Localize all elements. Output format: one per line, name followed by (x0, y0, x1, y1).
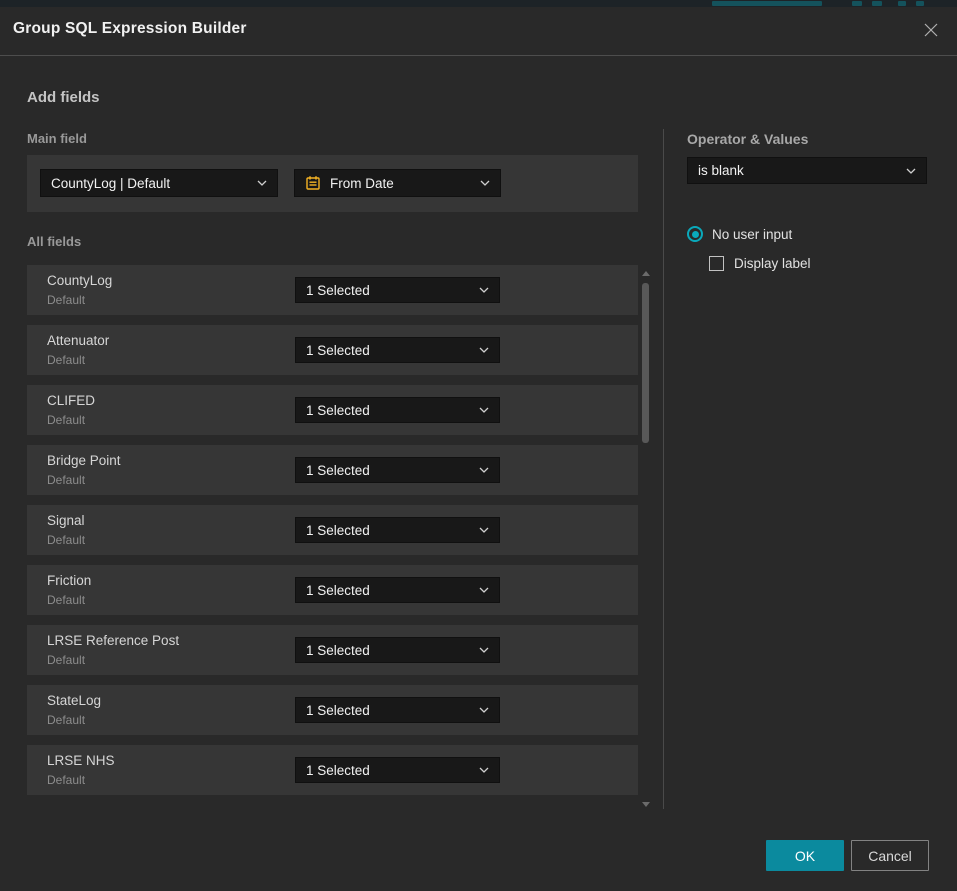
field-row: Friction Default 1 Selected (27, 565, 638, 615)
field-row: CountyLog Default 1 Selected (27, 265, 638, 315)
field-selected-value: 1 Selected (306, 703, 479, 718)
field-row: Bridge Point Default 1 Selected (27, 445, 638, 495)
display-label-label: Display label (734, 256, 811, 271)
display-label-checkbox[interactable]: Display label (709, 256, 811, 271)
cancel-button[interactable]: Cancel (851, 840, 929, 871)
close-icon[interactable] (919, 18, 943, 42)
field-name: StateLog (47, 693, 101, 708)
field-subtitle: Default (47, 653, 85, 667)
operator-values-heading: Operator & Values (687, 131, 808, 147)
scrollbar[interactable] (640, 269, 651, 809)
field-selected-value: 1 Selected (306, 283, 479, 298)
background-app-fragment (872, 1, 882, 6)
field-name: Signal (47, 513, 85, 528)
field-row: LRSE Reference Post Default 1 Selected (27, 625, 638, 675)
field-selected-value: 1 Selected (306, 403, 479, 418)
ok-button[interactable]: OK (766, 840, 844, 871)
field-row: Attenuator Default 1 Selected (27, 325, 638, 375)
field-selected-dropdown[interactable]: 1 Selected (295, 397, 500, 423)
chevron-down-icon (479, 347, 489, 353)
add-fields-heading: Add fields (27, 89, 100, 106)
field-row: LRSE NHS Default 1 Selected (27, 745, 638, 795)
field-selected-dropdown[interactable]: 1 Selected (295, 277, 500, 303)
radio-selected-icon (687, 226, 703, 242)
main-field-field-dropdown[interactable]: From Date (294, 169, 501, 197)
field-name: LRSE NHS (47, 753, 115, 768)
main-field-panel: CountyLog | Default From Date (27, 155, 638, 212)
chevron-down-icon (479, 527, 489, 533)
field-selected-value: 1 Selected (306, 643, 479, 658)
scrollbar-up-arrow-icon[interactable] (642, 271, 650, 276)
dialog-titlebar: Group SQL Expression Builder (0, 7, 957, 55)
main-field-field-value: From Date (330, 176, 480, 191)
field-selected-dropdown[interactable]: 1 Selected (295, 757, 500, 783)
field-name: CountyLog (47, 273, 112, 288)
titlebar-separator (0, 55, 957, 56)
field-name: LRSE Reference Post (47, 633, 179, 648)
screen: Group SQL Expression Builder Add fields … (0, 0, 957, 891)
field-selected-value: 1 Selected (306, 343, 479, 358)
field-selected-value: 1 Selected (306, 583, 479, 598)
background-app-fragment (898, 1, 906, 6)
chevron-down-icon (479, 467, 489, 473)
panel-divider (663, 129, 664, 809)
field-name: Friction (47, 573, 91, 588)
operator-dropdown[interactable]: is blank (687, 157, 927, 184)
field-selected-value: 1 Selected (306, 523, 479, 538)
background-app-fragment (712, 1, 822, 6)
scrollbar-thumb[interactable] (642, 283, 649, 443)
field-subtitle: Default (47, 773, 85, 787)
field-subtitle: Default (47, 413, 85, 427)
field-subtitle: Default (47, 533, 85, 547)
checkbox-unchecked-icon (709, 256, 724, 271)
field-selected-value: 1 Selected (306, 763, 479, 778)
chevron-down-icon (479, 287, 489, 293)
field-selected-dropdown[interactable]: 1 Selected (295, 517, 500, 543)
field-subtitle: Default (47, 293, 85, 307)
chevron-down-icon (480, 180, 490, 186)
background-app-fragment (852, 1, 862, 6)
field-subtitle: Default (47, 473, 85, 487)
field-name: Bridge Point (47, 453, 121, 468)
chevron-down-icon (479, 407, 489, 413)
field-selected-value: 1 Selected (306, 463, 479, 478)
field-name: CLIFED (47, 393, 95, 408)
field-name: Attenuator (47, 333, 109, 348)
field-selected-dropdown[interactable]: 1 Selected (295, 337, 500, 363)
dialog-title: Group SQL Expression Builder (13, 20, 247, 38)
chevron-down-icon (479, 647, 489, 653)
all-fields-label: All fields (27, 234, 81, 249)
chevron-down-icon (479, 707, 489, 713)
background-app-fragment (916, 1, 924, 6)
no-user-input-label: No user input (712, 227, 792, 242)
background-app-strip (0, 0, 957, 7)
operator-value: is blank (698, 163, 906, 178)
field-subtitle: Default (47, 713, 85, 727)
no-user-input-radio[interactable]: No user input (687, 226, 792, 242)
calendar-icon (305, 175, 321, 191)
field-selected-dropdown[interactable]: 1 Selected (295, 457, 500, 483)
field-selected-dropdown[interactable]: 1 Selected (295, 577, 500, 603)
chevron-down-icon (906, 168, 916, 174)
chevron-down-icon (479, 587, 489, 593)
scrollbar-down-arrow-icon[interactable] (642, 802, 650, 807)
group-sql-expression-builder-dialog: Group SQL Expression Builder Add fields … (0, 7, 957, 891)
chevron-down-icon (257, 180, 267, 186)
field-selected-dropdown[interactable]: 1 Selected (295, 637, 500, 663)
field-subtitle: Default (47, 593, 85, 607)
field-row: Signal Default 1 Selected (27, 505, 638, 555)
field-selected-dropdown[interactable]: 1 Selected (295, 697, 500, 723)
chevron-down-icon (479, 767, 489, 773)
field-subtitle: Default (47, 353, 85, 367)
main-field-source-value: CountyLog | Default (51, 176, 257, 191)
field-row: CLIFED Default 1 Selected (27, 385, 638, 435)
main-field-source-dropdown[interactable]: CountyLog | Default (40, 169, 278, 197)
field-row: StateLog Default 1 Selected (27, 685, 638, 735)
main-field-label: Main field (27, 131, 87, 146)
